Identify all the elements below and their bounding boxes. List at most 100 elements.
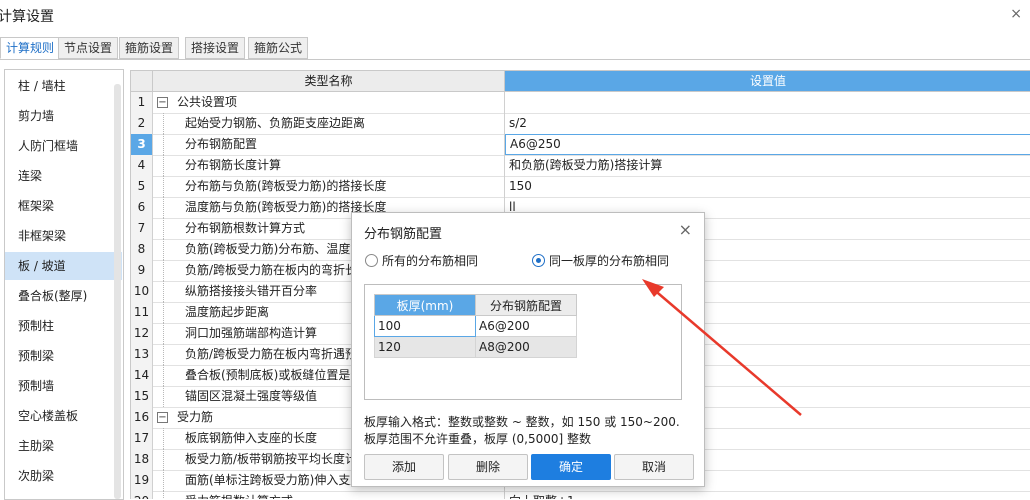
- row-number[interactable]: 4: [131, 155, 153, 176]
- sidebar-item-precast-beam[interactable]: 预制梁: [5, 342, 122, 370]
- group-label: 公共设置项: [177, 95, 238, 109]
- sidebar-item-main-rib-beam[interactable]: 主肋梁: [5, 432, 122, 460]
- row-value[interactable]: [505, 92, 1030, 113]
- table-row[interactable]: 1− 公共设置项: [131, 92, 1030, 114]
- sidebar-item-non-frame-beam[interactable]: 非框架梁: [5, 222, 122, 250]
- tree-guide-line: [163, 239, 178, 260]
- sidebar-scrollbar[interactable]: [114, 84, 121, 499]
- row-number[interactable]: 12: [131, 323, 153, 344]
- sidebar-item-coupling-beam[interactable]: 连梁: [5, 162, 122, 190]
- sidebar-item-composite-slab[interactable]: 叠合板(整厚): [5, 282, 122, 310]
- thickness-config-table: 板厚(mm) 分布钢筋配置 100 A6@200 120 A8@200: [374, 294, 577, 358]
- thickness-cell[interactable]: 100: [374, 315, 476, 337]
- grid-header-name[interactable]: 类型名称: [153, 71, 505, 92]
- row-number[interactable]: 15: [131, 386, 153, 407]
- add-button[interactable]: 添加: [364, 454, 444, 480]
- group-label: 受力筋: [177, 410, 214, 424]
- thickness-table-panel: 板厚(mm) 分布钢筋配置 100 A6@200 120 A8@200: [364, 284, 682, 400]
- row-number[interactable]: 10: [131, 281, 153, 302]
- radio-all-same-indicator[interactable]: [365, 254, 378, 267]
- tree-guide-line: [163, 176, 178, 197]
- row-value[interactable]: 和负筋(跨板受力筋)搭接计算: [505, 155, 1030, 176]
- sidebar-item-hollow-floor-slab[interactable]: 空心楼盖板: [5, 402, 122, 430]
- table-row[interactable]: 3 分布钢筋配置 A6@250: [131, 134, 1030, 156]
- tree-guide-line: [163, 260, 178, 281]
- table-row[interactable]: 4 分布钢筋长度计算 和负筋(跨板受力筋)搭接计算: [131, 155, 1030, 177]
- row-number[interactable]: 19: [131, 470, 153, 491]
- item-label: 负筋(跨板受力筋)分布筋、温度筋: [185, 242, 363, 256]
- row-number[interactable]: 16: [131, 407, 153, 428]
- tree-guide-line: [163, 323, 178, 344]
- sidebar-item-frame-beam[interactable]: 框架梁: [5, 192, 122, 220]
- tab-node-settings[interactable]: 节点设置: [58, 37, 119, 59]
- row-value[interactable]: 150: [505, 176, 1030, 197]
- row-type-name[interactable]: 分布钢筋长度计算: [153, 155, 505, 176]
- window-close-icon[interactable]: ×: [1010, 6, 1022, 22]
- row-number[interactable]: 13: [131, 344, 153, 365]
- row-number[interactable]: 18: [131, 449, 153, 470]
- sidebar-item-secondary-rib-beam[interactable]: 次肋梁: [5, 462, 122, 490]
- tab-lap-settings[interactable]: 搭接设置: [185, 37, 246, 59]
- sidebar-item-civil-defense-door-wall[interactable]: 人防门框墙: [5, 132, 122, 160]
- tab-stirrup-settings[interactable]: 箍筋设置: [119, 37, 180, 59]
- col-thickness-header[interactable]: 板厚(mm): [374, 294, 476, 316]
- tree-guide-line: [163, 113, 178, 134]
- row-number[interactable]: 8: [131, 239, 153, 260]
- row-type-name[interactable]: 分布钢筋配置: [153, 134, 505, 155]
- tabs-divider: [0, 59, 1030, 60]
- row-number[interactable]: 3: [131, 134, 153, 155]
- row-number[interactable]: 1: [131, 92, 153, 113]
- tree-guide-line: [163, 197, 178, 218]
- thickness-cell[interactable]: 120: [374, 336, 476, 358]
- tree-guide-line: [163, 134, 178, 155]
- row-value[interactable]: A6@250: [505, 134, 1030, 155]
- cancel-button[interactable]: 取消: [614, 454, 694, 480]
- ok-button[interactable]: 确定: [531, 454, 611, 480]
- radio-same-thickness[interactable]: 同一板厚的分布筋相同: [532, 253, 669, 269]
- item-label: 锚固区混凝土强度等级值: [185, 389, 318, 403]
- tree-guide-line: [163, 449, 178, 470]
- row-number[interactable]: 11: [131, 302, 153, 323]
- row-number[interactable]: 2: [131, 113, 153, 134]
- item-label: 分布钢筋长度计算: [185, 158, 282, 172]
- row-number[interactable]: 17: [131, 428, 153, 449]
- sidebar-item-shear-wall[interactable]: 剪力墙: [5, 102, 122, 130]
- row-number[interactable]: 14: [131, 365, 153, 386]
- row-number[interactable]: 9: [131, 260, 153, 281]
- dialog-close-icon[interactable]: ×: [679, 220, 692, 239]
- sidebar-item-precast-column[interactable]: 预制柱: [5, 312, 122, 340]
- row-number[interactable]: 5: [131, 176, 153, 197]
- radio-same-thickness-indicator[interactable]: [532, 254, 545, 267]
- table-row[interactable]: 5 分布筋与负筋(跨板受力筋)的搭接长度 150: [131, 176, 1030, 198]
- window-title: 计算设置: [0, 9, 54, 25]
- grid-header-value[interactable]: 设置值: [505, 71, 1030, 92]
- item-label: 负筋/跨板受力筋在板内的弯折长: [185, 263, 358, 277]
- item-label: 分布筋与负筋(跨板受力筋)的搭接长度: [185, 179, 387, 193]
- sidebar-item-column[interactable]: 柱 / 墙柱: [5, 72, 122, 100]
- item-label: 分布钢筋根数计算方式: [185, 221, 306, 235]
- thickness-input-hint: 板厚输入格式：整数或整数 ~ 整数，如 150 或 150~200. 板厚范围不…: [364, 414, 694, 448]
- collapse-icon[interactable]: −: [157, 412, 168, 423]
- tab-stirrup-formula[interactable]: 箍筋公式: [248, 37, 309, 59]
- config-cell[interactable]: A6@200: [475, 315, 577, 337]
- table-row[interactable]: 120 A8@200: [374, 336, 577, 358]
- item-label: 叠合板(预制底板)或板缝位置是否: [185, 368, 363, 382]
- item-label: 起始受力钢筋、负筋距支座边距离: [185, 116, 366, 130]
- tree-guide-line: [163, 470, 178, 491]
- sidebar-item-precast-wall[interactable]: 预制墙: [5, 372, 122, 400]
- row-value[interactable]: s/2: [505, 113, 1030, 134]
- col-config-header[interactable]: 分布钢筋配置: [475, 294, 577, 316]
- row-number[interactable]: 6: [131, 197, 153, 218]
- row-number[interactable]: 7: [131, 218, 153, 239]
- row-type-name[interactable]: 起始受力钢筋、负筋距支座边距离: [153, 113, 505, 134]
- sidebar-item-slab-ramp[interactable]: 板 / 坡道: [5, 252, 122, 280]
- tab-calc-rules[interactable]: 计算规则: [0, 37, 61, 59]
- delete-button[interactable]: 删除: [448, 454, 528, 480]
- row-type-name[interactable]: − 公共设置项: [153, 92, 505, 113]
- table-row[interactable]: 2 起始受力钢筋、负筋距支座边距离 s/2: [131, 113, 1030, 135]
- radio-all-same[interactable]: 所有的分布筋相同: [365, 253, 478, 269]
- config-cell[interactable]: A8@200: [475, 336, 577, 358]
- collapse-icon[interactable]: −: [157, 97, 168, 108]
- row-type-name[interactable]: 分布筋与负筋(跨板受力筋)的搭接长度: [153, 176, 505, 197]
- table-row[interactable]: 100 A6@200: [374, 315, 577, 337]
